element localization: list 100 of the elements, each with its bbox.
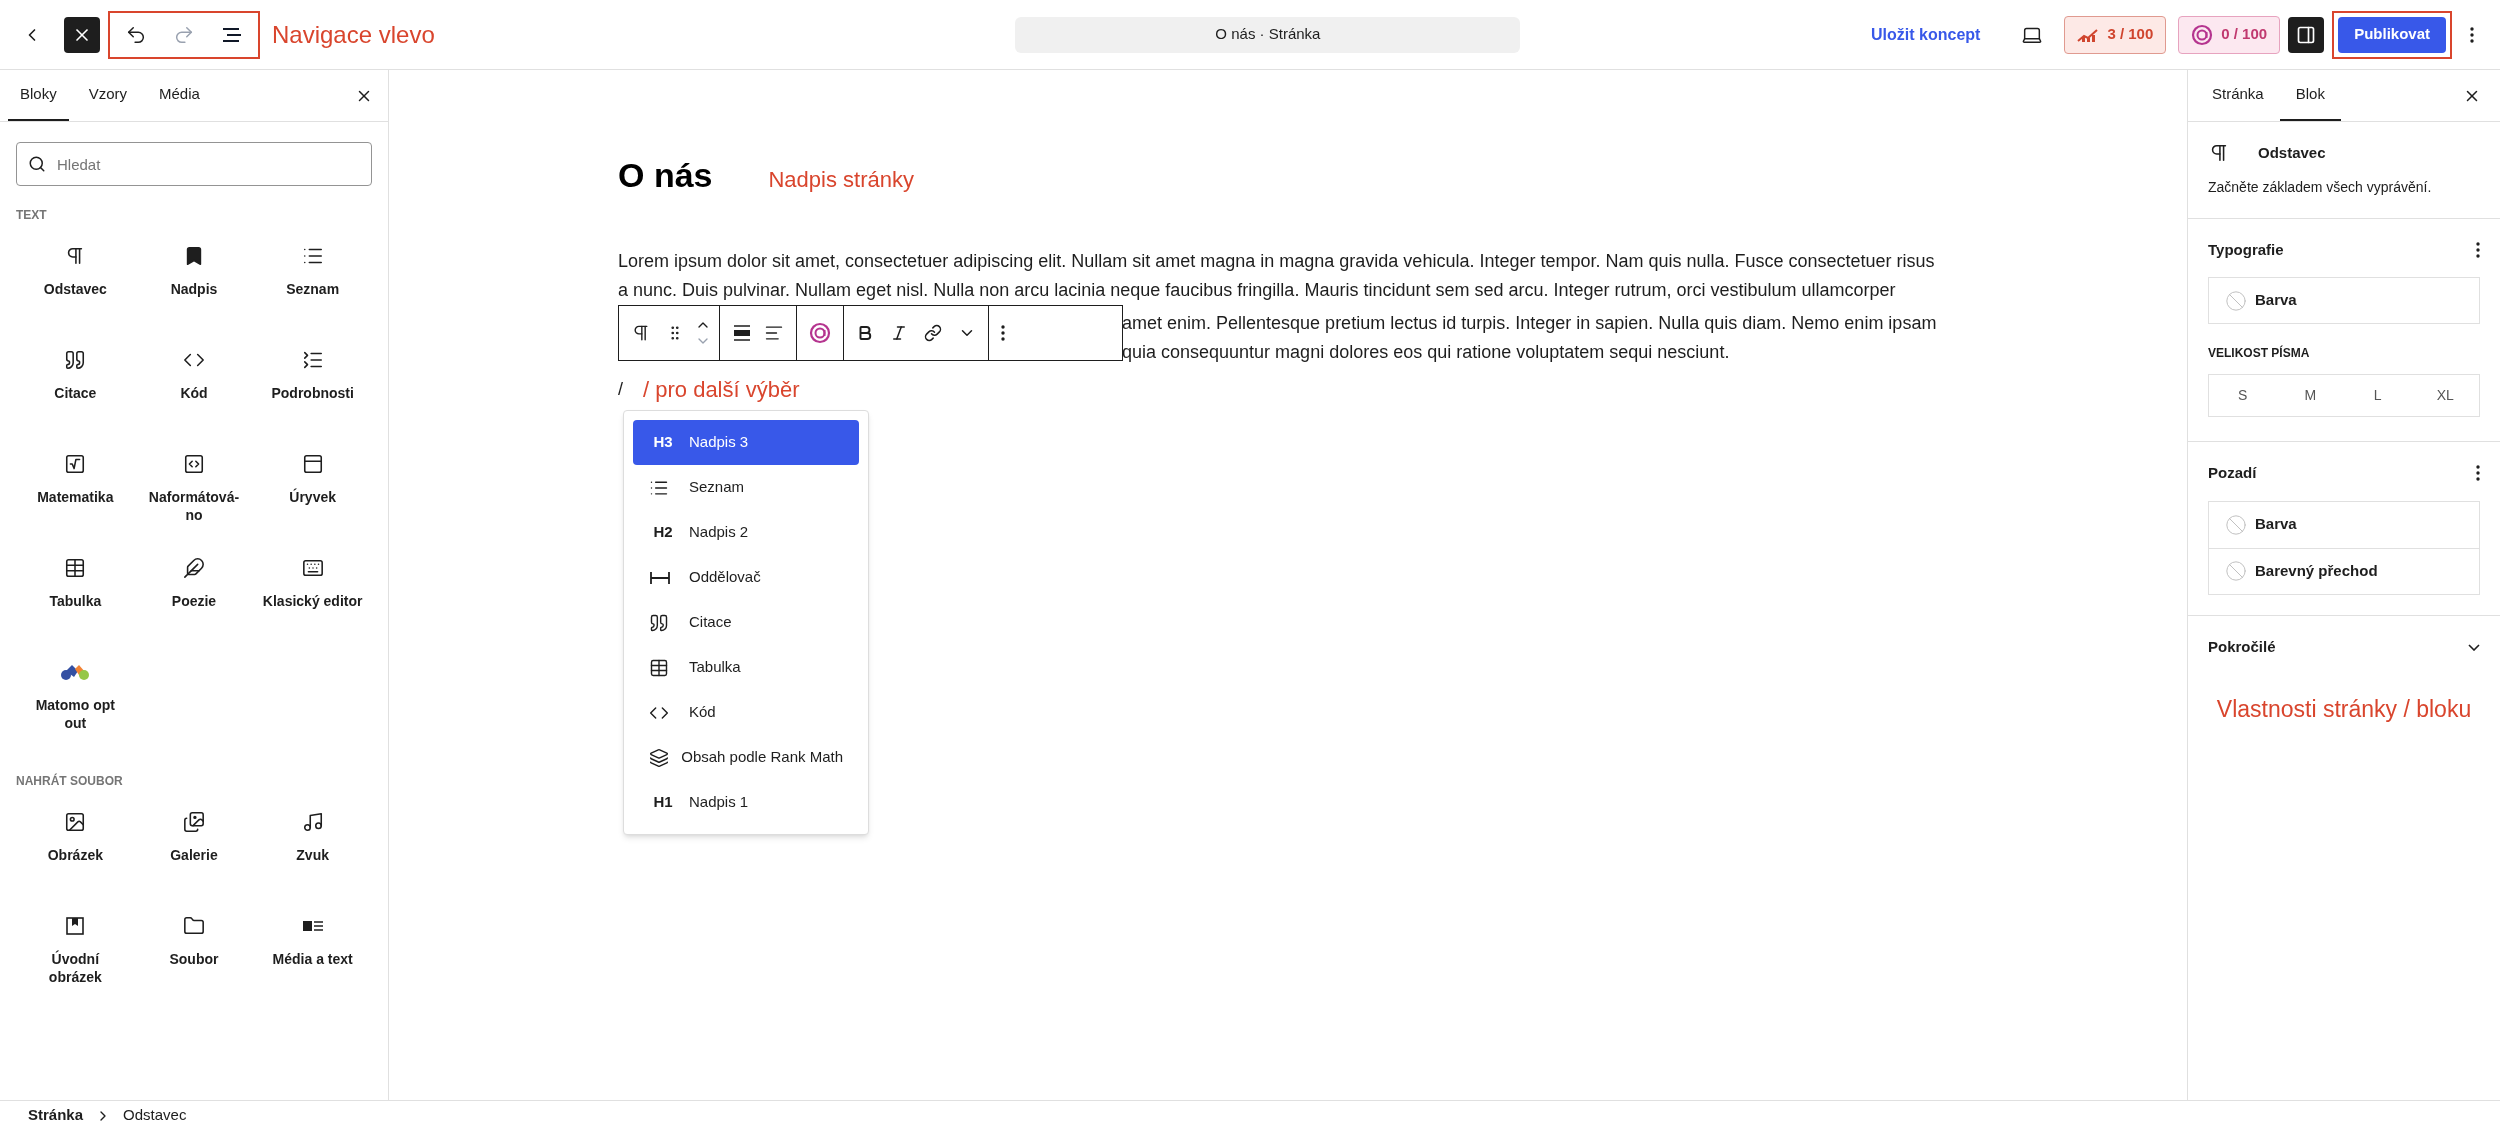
block-item[interactable]: Média a text [253,902,372,1006]
heading-level-label: H3 [652,432,674,453]
advanced-section-toggle[interactable]: Pokročilé [2188,615,2500,680]
breadcrumb-link[interactable]: Stránka [28,1104,84,1127]
color-option[interactable]: Barva [2208,277,2480,324]
block-item[interactable]: Matomo opt out [16,648,135,752]
block-item[interactable]: Podrobnosti [253,336,372,440]
block-item[interactable]: Tabulka [16,544,135,648]
block-label: Klasický editor [262,592,363,610]
block-item[interactable]: Galerie [134,798,254,902]
section-title: Typografie [2208,239,2284,260]
formatted-text-icon [183,453,205,475]
color-option[interactable]: Barva [2209,501,2479,548]
link-icon [924,324,942,342]
no-color-swatch-icon [2225,513,2247,536]
section-heading: NAHRÁT SOUBOR [16,772,124,790]
settings-sidebar-toggle[interactable] [2288,16,2325,53]
block-label: Média a text [271,950,354,968]
breadcrumb-link[interactable]: Odstavec [123,1104,187,1127]
suggestion-item[interactable]: H3 Nadpis 3 [633,420,859,465]
font-size-option[interactable]: S [2209,375,2277,416]
block-label: Zvuk [295,846,330,864]
quote-icon [649,612,669,633]
suggestion-item[interactable]: Seznam [633,465,859,510]
layers-icon [649,747,669,768]
m-shape-icon [60,663,91,681]
block-label: Citace [53,384,98,402]
more-icon [2470,26,2474,43]
panel-tab[interactable]: Média [147,70,212,121]
gallery-icon [183,811,205,833]
font-size-option[interactable]: XL [2411,375,2479,416]
annotation-label: Navigace vlevo [272,19,435,50]
panel-tab[interactable]: Stránka [2196,70,2280,121]
block-label: Naformátová-no [147,488,241,524]
block-item[interactable]: Zvuk [253,798,372,902]
search-field[interactable]: Hledat [16,142,372,186]
ai-assistant-button[interactable] [809,322,831,344]
suggestion-item[interactable]: Citace [633,600,859,645]
block-item[interactable]: Matematika [16,440,135,544]
annotation-label: Vlastnosti stránky / bloku [2215,694,2473,724]
block-item[interactable]: Nadpis [134,232,254,336]
cover-image-icon [64,915,87,937]
slash-text: / [618,378,623,401]
block-item[interactable]: Kód [134,336,254,440]
table-icon [64,557,87,579]
keyboard-icon [301,557,324,579]
block-label: Kód [179,384,209,402]
block-item[interactable]: Naformátová-no [134,440,254,544]
block-item[interactable]: Obrázek [16,798,135,902]
font-size-option[interactable]: L [2344,375,2412,416]
section-options-button[interactable] [2476,465,2480,482]
sidebar-icon [2296,24,2317,45]
block-item[interactable]: Klasický editor [253,544,372,648]
block-item[interactable]: Poezie [134,544,254,648]
block-label: Matomo opt out [34,696,116,732]
suggestion-item[interactable]: H1 Nadpis 1 [633,780,859,825]
block-width-button[interactable] [732,324,752,342]
block-item[interactable]: Seznam [253,232,372,336]
block-label: Podrobnosti [270,384,355,402]
block-item[interactable]: Úvodní obrázek [16,902,135,1006]
panel-tab[interactable]: Vzory [76,70,140,121]
block-item[interactable]: Soubor [134,902,254,1006]
block-label: Úryvek [288,488,337,506]
heading-level-label: H1 [652,792,674,813]
color-option[interactable]: Barevný přechod [2209,547,2479,594]
link-button[interactable] [924,324,942,342]
block-label: Soubor [168,950,220,968]
more-icon [1001,325,1005,341]
suggestion-item[interactable]: H2 Nadpis 2 [633,510,859,555]
font-size-option[interactable]: M [2276,375,2344,416]
annotation-label: Nadpis stránky [768,166,914,194]
block-label: Tabulka [48,592,103,610]
block-options-button[interactable] [1001,325,1005,341]
search-icon [28,155,46,173]
section-title: Pozadí [2208,463,2257,483]
seo-score-badge[interactable]: 3 / 100 [2064,15,2167,54]
block-item[interactable]: Odstavec [16,232,135,336]
panel-tab[interactable]: Bloky [8,70,69,121]
suggestion-item[interactable]: Kód [633,690,859,735]
suggestion-item[interactable]: Tabulka [633,645,859,690]
chevron-down-icon [2468,644,2480,651]
suggestion-item[interactable]: Obsah podle Rank Math [633,735,859,780]
paragraph-line: amet enim. Pellentesque pretium lectus id turpis. Integer in sapien. Nulla quis diam. Nemo enim ipsam [1122,312,1937,335]
annotation-label: / pro další výběr [643,376,800,404]
folder-icon [183,915,205,937]
list-view-icon[interactable] [221,25,243,44]
save-draft-link[interactable]: Uložit koncept [1871,22,1981,47]
italic-button[interactable] [890,324,908,342]
close-button[interactable] [64,16,100,53]
suggestion-item[interactable]: Oddělovač [633,555,859,600]
ai-icon [2191,23,2214,46]
publish-button[interactable]: Publikovat [2338,16,2446,53]
section-options-button[interactable] [2476,241,2480,258]
document-title-bar[interactable]: O nás · Stránka [1015,16,1521,53]
block-item[interactable]: Úryvek [253,440,372,544]
section-heading: TEXT [16,207,48,224]
ai-score-badge[interactable]: 0 / 100 [2178,15,2281,54]
block-item[interactable]: Citace [16,336,135,440]
panel-tab[interactable]: Blok [2279,70,2341,121]
block-label: Poezie [170,592,218,610]
